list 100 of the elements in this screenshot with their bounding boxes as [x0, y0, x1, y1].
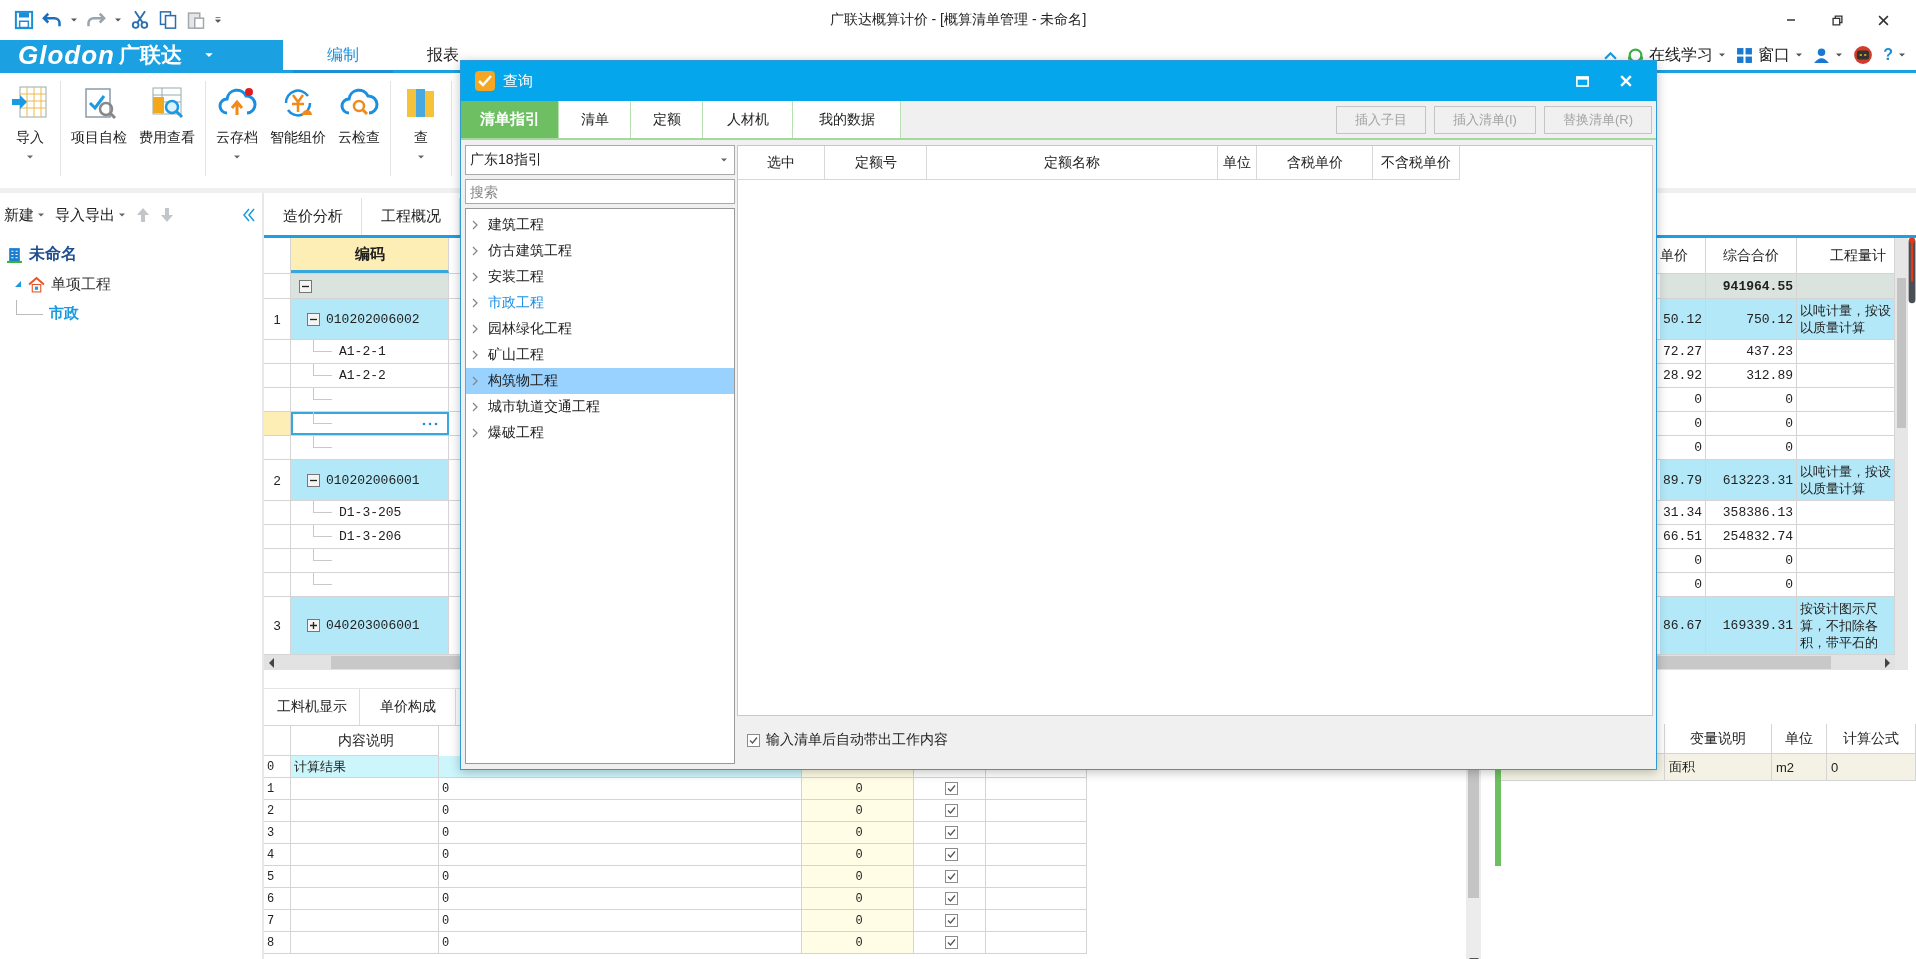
- table-cell: 0: [439, 888, 802, 910]
- dialog-tab[interactable]: 清单: [559, 101, 631, 138]
- table-cell: 0: [1660, 388, 1706, 411]
- caret-icon[interactable]: [1795, 51, 1804, 59]
- toolbar-button[interactable]: 新建: [4, 205, 45, 225]
- detail-tab[interactable]: 工料机显示: [264, 689, 360, 725]
- category-item[interactable]: 矿山工程: [466, 342, 734, 368]
- caret-icon[interactable]: [1718, 51, 1727, 59]
- table-cell: 0: [802, 888, 914, 910]
- library-dropdown[interactable]: 广东18指引: [465, 145, 735, 175]
- table-cell: 254832.74: [1706, 525, 1797, 548]
- tree-item[interactable]: 单项工程: [51, 274, 111, 294]
- more-icon[interactable]: [422, 421, 438, 426]
- ribbon-tab[interactable]: 报表: [393, 40, 493, 70]
- dialog-tab[interactable]: 我的数据: [793, 101, 901, 138]
- caret-icon[interactable]: [70, 16, 78, 24]
- checkbox[interactable]: [944, 804, 958, 817]
- help-button[interactable]: ?: [1883, 46, 1893, 64]
- search-field[interactable]: 搜索: [465, 179, 735, 204]
- dialog-tab[interactable]: 定额: [631, 101, 703, 138]
- collapse-toggle[interactable]: [307, 312, 320, 326]
- chevron-up-icon[interactable]: [1604, 50, 1618, 60]
- maximize-icon: [1575, 75, 1589, 87]
- save-icon[interactable]: [14, 10, 34, 30]
- window-grid-icon[interactable]: [1736, 46, 1754, 64]
- column-header[interactable]: 含税单价: [1257, 146, 1373, 180]
- view-tab[interactable]: 造价分析: [264, 198, 362, 235]
- row-header[interactable]: 7: [264, 910, 291, 932]
- row-header[interactable]: 6: [264, 888, 291, 910]
- category-item[interactable]: 仿古建筑工程: [466, 238, 734, 264]
- caret-icon[interactable]: [1835, 51, 1844, 59]
- ribbon-button[interactable]: 导入: [4, 81, 56, 188]
- caret-icon[interactable]: [114, 16, 122, 24]
- row-header[interactable]: 4: [264, 844, 291, 866]
- column-header[interactable]: 编码: [291, 238, 449, 273]
- expand-toggle[interactable]: [307, 619, 320, 632]
- collapse-icon[interactable]: [242, 208, 256, 222]
- category-item[interactable]: 构筑物工程: [466, 368, 734, 394]
- paste-icon[interactable]: [186, 10, 206, 30]
- dialog-tab[interactable]: 人材机: [703, 101, 793, 138]
- row-header[interactable]: 2: [264, 800, 291, 822]
- auto-fill-checkbox[interactable]: 输入清单后自动带出工作内容: [747, 731, 948, 749]
- category-item[interactable]: 建筑工程: [466, 212, 734, 238]
- caret-icon: [118, 211, 126, 219]
- collapse-toggle[interactable]: [307, 473, 320, 487]
- category-item[interactable]: 市政工程: [466, 290, 734, 316]
- copy-icon[interactable]: [158, 10, 178, 30]
- table-cell: 0: [439, 778, 802, 800]
- table-cell: 0: [802, 844, 914, 866]
- table-cell: 0: [439, 844, 802, 866]
- checkbox[interactable]: [944, 892, 958, 905]
- toolbar-button[interactable]: 导入导出: [55, 205, 126, 225]
- category-item[interactable]: 园林绿化工程: [466, 316, 734, 342]
- chevron-right-icon: [472, 272, 478, 282]
- row-header[interactable]: 8: [264, 932, 291, 954]
- scissors-icon[interactable]: [130, 10, 150, 30]
- ribbon-button[interactable]: 云存档: [210, 81, 264, 188]
- vertical-scrollbar[interactable]: [1895, 238, 1908, 670]
- chevron-right-icon: [472, 324, 478, 334]
- column-header[interactable]: 定额名称: [927, 146, 1218, 180]
- column-header[interactable]: 选中: [738, 146, 825, 180]
- ribbon-button[interactable]: 项目自检: [65, 81, 133, 188]
- customize-icon[interactable]: [214, 16, 222, 24]
- collapse-toggle[interactable]: [299, 279, 312, 293]
- item-code: A1-2-1: [339, 344, 386, 359]
- ribbon-button[interactable]: 智能组价: [264, 81, 332, 188]
- category-item[interactable]: 爆破工程: [466, 420, 734, 446]
- row-header[interactable]: 3: [264, 822, 291, 844]
- table-cell: 0: [802, 910, 914, 932]
- ribbon-button[interactable]: 费用查看: [133, 81, 201, 188]
- table-cell: 89.79: [1660, 460, 1706, 500]
- detail-tab[interactable]: 单价构成: [360, 689, 456, 725]
- column-header[interactable]: 定额号: [825, 146, 927, 180]
- row-header[interactable]: 1: [264, 778, 291, 800]
- column-header[interactable]: 单价: [1660, 238, 1706, 273]
- column-header[interactable]: 综合合价: [1706, 238, 1797, 273]
- row-header[interactable]: 5: [264, 866, 291, 888]
- user-icon[interactable]: [1813, 46, 1831, 64]
- item-code: 010202006002: [326, 311, 420, 327]
- table-cell: 0: [1660, 573, 1706, 596]
- ribbon-button[interactable]: 云检查: [332, 81, 386, 188]
- tree-item[interactable]: 未命名: [29, 243, 77, 265]
- checkbox[interactable]: [944, 848, 958, 861]
- table-cell: 941964.55: [1706, 274, 1797, 298]
- column-header[interactable]: 单位: [1218, 146, 1257, 180]
- category-item[interactable]: 城市轨道交通工程: [466, 394, 734, 420]
- ribbon-tab[interactable]: 编制: [293, 40, 393, 73]
- category-item[interactable]: 安装工程: [466, 264, 734, 290]
- checkbox[interactable]: [944, 936, 958, 949]
- caret-icon[interactable]: [1898, 51, 1906, 59]
- column-header[interactable]: 不含税单价: [1373, 146, 1460, 180]
- ribbon-button[interactable]: 查: [395, 81, 447, 188]
- checkbox[interactable]: [944, 914, 958, 927]
- checkbox[interactable]: [944, 782, 958, 795]
- expand-arrow-icon[interactable]: [14, 280, 22, 288]
- checkbox[interactable]: [944, 826, 958, 839]
- menu-link[interactable]: 窗口: [1758, 44, 1791, 66]
- checkbox[interactable]: [944, 870, 958, 883]
- chevron-right-icon: [472, 220, 478, 230]
- robot-icon[interactable]: [1853, 45, 1874, 65]
